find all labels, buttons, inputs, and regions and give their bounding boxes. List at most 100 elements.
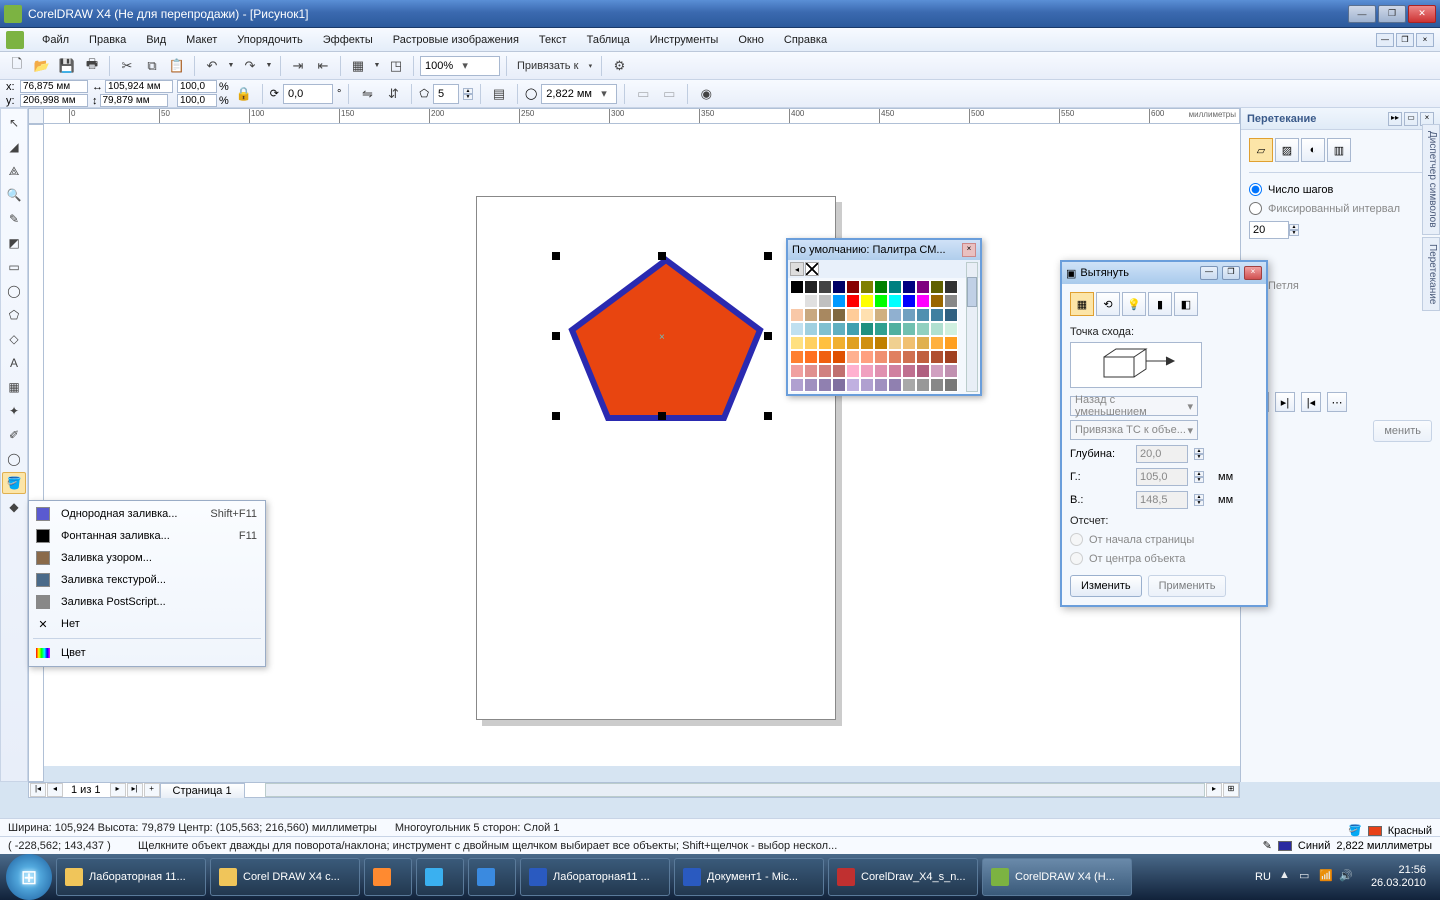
color-swatch[interactable] xyxy=(944,350,958,364)
color-swatch[interactable] xyxy=(902,336,916,350)
horizontal-scrollbar[interactable] xyxy=(265,783,1205,797)
start-obj-btn-icon[interactable]: ▸| xyxy=(1275,392,1295,412)
outline-swatch[interactable] xyxy=(1278,841,1292,851)
color-swatch[interactable] xyxy=(804,364,818,378)
color-swatch[interactable] xyxy=(790,350,804,364)
last-page-button[interactable]: ▸| xyxy=(127,783,143,797)
selection-handle[interactable] xyxy=(658,252,666,260)
print-icon[interactable]: 🖶 xyxy=(81,55,103,77)
color-swatch[interactable] xyxy=(902,280,916,294)
welcome-icon[interactable]: ◳ xyxy=(385,55,407,77)
freehand-tool-icon[interactable]: ✎ xyxy=(2,208,26,230)
color-swatch[interactable] xyxy=(916,364,930,378)
launch-dropdown-icon[interactable]: ▼ xyxy=(372,55,382,77)
basic-shapes-tool-icon[interactable]: ◇ xyxy=(2,328,26,350)
color-swatch[interactable] xyxy=(818,280,832,294)
close-button[interactable]: ✕ xyxy=(1408,5,1436,23)
outline-width-combo[interactable]: 2,822 мм ▾ xyxy=(541,84,617,104)
more-btn-icon[interactable]: ⋯ xyxy=(1327,392,1347,412)
paste-icon[interactable]: 📋 xyxy=(166,55,188,77)
save-icon[interactable]: 💾 xyxy=(56,55,78,77)
ellipse-tool-icon[interactable]: ◯ xyxy=(2,280,26,302)
steps-spinner[interactable]: ▲▼ xyxy=(1289,224,1299,236)
wrap-icon[interactable]: ▤ xyxy=(488,83,510,105)
page-tab[interactable]: Страница 1 xyxy=(160,783,245,798)
color-swatch[interactable] xyxy=(818,336,832,350)
rotation-input[interactable] xyxy=(283,84,333,104)
color-swatch[interactable] xyxy=(930,308,944,322)
menu-text[interactable]: Текст xyxy=(529,31,577,49)
smart-fill-tool-icon[interactable]: ◩ xyxy=(2,232,26,254)
taskbar-item[interactable] xyxy=(364,858,412,896)
height-input[interactable] xyxy=(100,94,168,107)
first-page-button[interactable]: |◂ xyxy=(30,783,46,797)
to-back-icon[interactable]: ▭ xyxy=(658,83,680,105)
color-swatch[interactable] xyxy=(916,350,930,364)
selection-handle[interactable] xyxy=(552,252,560,260)
vanish-lock-combo[interactable]: Привязка ТС к объе...▾ xyxy=(1070,420,1198,440)
color-swatch[interactable] xyxy=(860,378,874,392)
color-swatch[interactable] xyxy=(902,350,916,364)
color-swatch[interactable] xyxy=(916,378,930,392)
pick-tool-icon[interactable]: ↖ xyxy=(2,112,26,134)
extrude-docker-window[interactable]: ▣ Вытянуть — ❐ × ▦ ⟲ 💡 ▮ ◧ Точка схода: … xyxy=(1060,260,1268,607)
extrude-titlebar[interactable]: ▣ Вытянуть — ❐ × xyxy=(1062,262,1266,284)
color-swatch[interactable] xyxy=(846,336,860,350)
color-swatch[interactable] xyxy=(790,322,804,336)
selection-handle[interactable] xyxy=(552,332,560,340)
color-swatch[interactable] xyxy=(888,322,902,336)
blend-steps-tab-icon[interactable]: ▱ xyxy=(1249,138,1273,162)
color-swatch[interactable] xyxy=(790,308,804,322)
color-swatch[interactable] xyxy=(874,294,888,308)
menu-item[interactable]: ✕Нет xyxy=(31,613,263,635)
text-tool-icon[interactable]: A xyxy=(2,352,26,374)
extrude-rotation-tab-icon[interactable]: ⟲ xyxy=(1096,292,1120,316)
color-swatch[interactable] xyxy=(916,308,930,322)
color-swatch[interactable] xyxy=(818,308,832,322)
color-swatch[interactable] xyxy=(944,308,958,322)
side-tab-symbols[interactable]: Диспетчер символов xyxy=(1422,124,1440,235)
color-swatch[interactable] xyxy=(818,350,832,364)
scale-x-input[interactable] xyxy=(177,80,217,93)
menu-item[interactable]: Заливка текстурой... xyxy=(31,569,263,591)
menu-layout[interactable]: Макет xyxy=(176,31,227,49)
tray-icon[interactable]: ▲ xyxy=(1279,869,1295,885)
extrude-maximize-button[interactable]: ❐ xyxy=(1222,266,1240,280)
docker-collapse-button[interactable]: ▸▸ xyxy=(1388,112,1402,126)
mdi-restore-button[interactable]: ❐ xyxy=(1396,33,1414,47)
color-swatch[interactable] xyxy=(790,378,804,392)
interactive-tool-icon[interactable]: ✦ xyxy=(2,400,26,422)
menu-item[interactable]: Фонтанная заливка...F11 xyxy=(31,525,263,547)
start-button[interactable]: ⊞ xyxy=(6,854,52,900)
menu-arrange[interactable]: Упорядочить xyxy=(227,31,312,49)
taskbar-item[interactable]: Лабораторная11 ... xyxy=(520,858,670,896)
sides-input[interactable] xyxy=(433,84,459,104)
color-swatch[interactable] xyxy=(874,308,888,322)
docker-apply-button[interactable]: менить xyxy=(1373,420,1432,442)
color-swatch[interactable] xyxy=(902,322,916,336)
extrude-close-button[interactable]: × xyxy=(1244,266,1262,280)
open-icon[interactable]: 📂 xyxy=(31,55,53,77)
color-swatch[interactable] xyxy=(874,280,888,294)
steps-option[interactable]: Число шагов xyxy=(1249,183,1432,196)
fixed-option[interactable]: Фиксированный интервал xyxy=(1249,202,1432,215)
palette-scroll-left-icon[interactable]: ◂ xyxy=(790,262,804,276)
blend-accel-tab-icon[interactable]: ▨ xyxy=(1275,138,1299,162)
steps-radio[interactable] xyxy=(1249,183,1262,196)
color-swatch[interactable] xyxy=(846,322,860,336)
palette-titlebar[interactable]: По умолчанию: Палитра СМ... × xyxy=(788,240,980,260)
docker-menu-button[interactable]: ▭ xyxy=(1404,112,1418,126)
color-swatch[interactable] xyxy=(804,280,818,294)
extrude-color-tab-icon[interactable]: ▮ xyxy=(1148,292,1172,316)
color-swatch[interactable] xyxy=(902,378,916,392)
next-page-button[interactable]: ▸ xyxy=(110,783,126,797)
color-swatch[interactable] xyxy=(804,336,818,350)
color-swatch[interactable] xyxy=(888,280,902,294)
lock-ratio-icon[interactable]: 🔒 xyxy=(233,83,255,105)
color-swatch[interactable] xyxy=(860,350,874,364)
extrude-light-tab-icon[interactable]: 💡 xyxy=(1122,292,1146,316)
taskbar-item[interactable]: Corel DRAW X4 с... xyxy=(210,858,360,896)
color-swatch[interactable] xyxy=(944,322,958,336)
redo-icon[interactable]: ↷ xyxy=(239,55,261,77)
color-swatch[interactable] xyxy=(846,378,860,392)
